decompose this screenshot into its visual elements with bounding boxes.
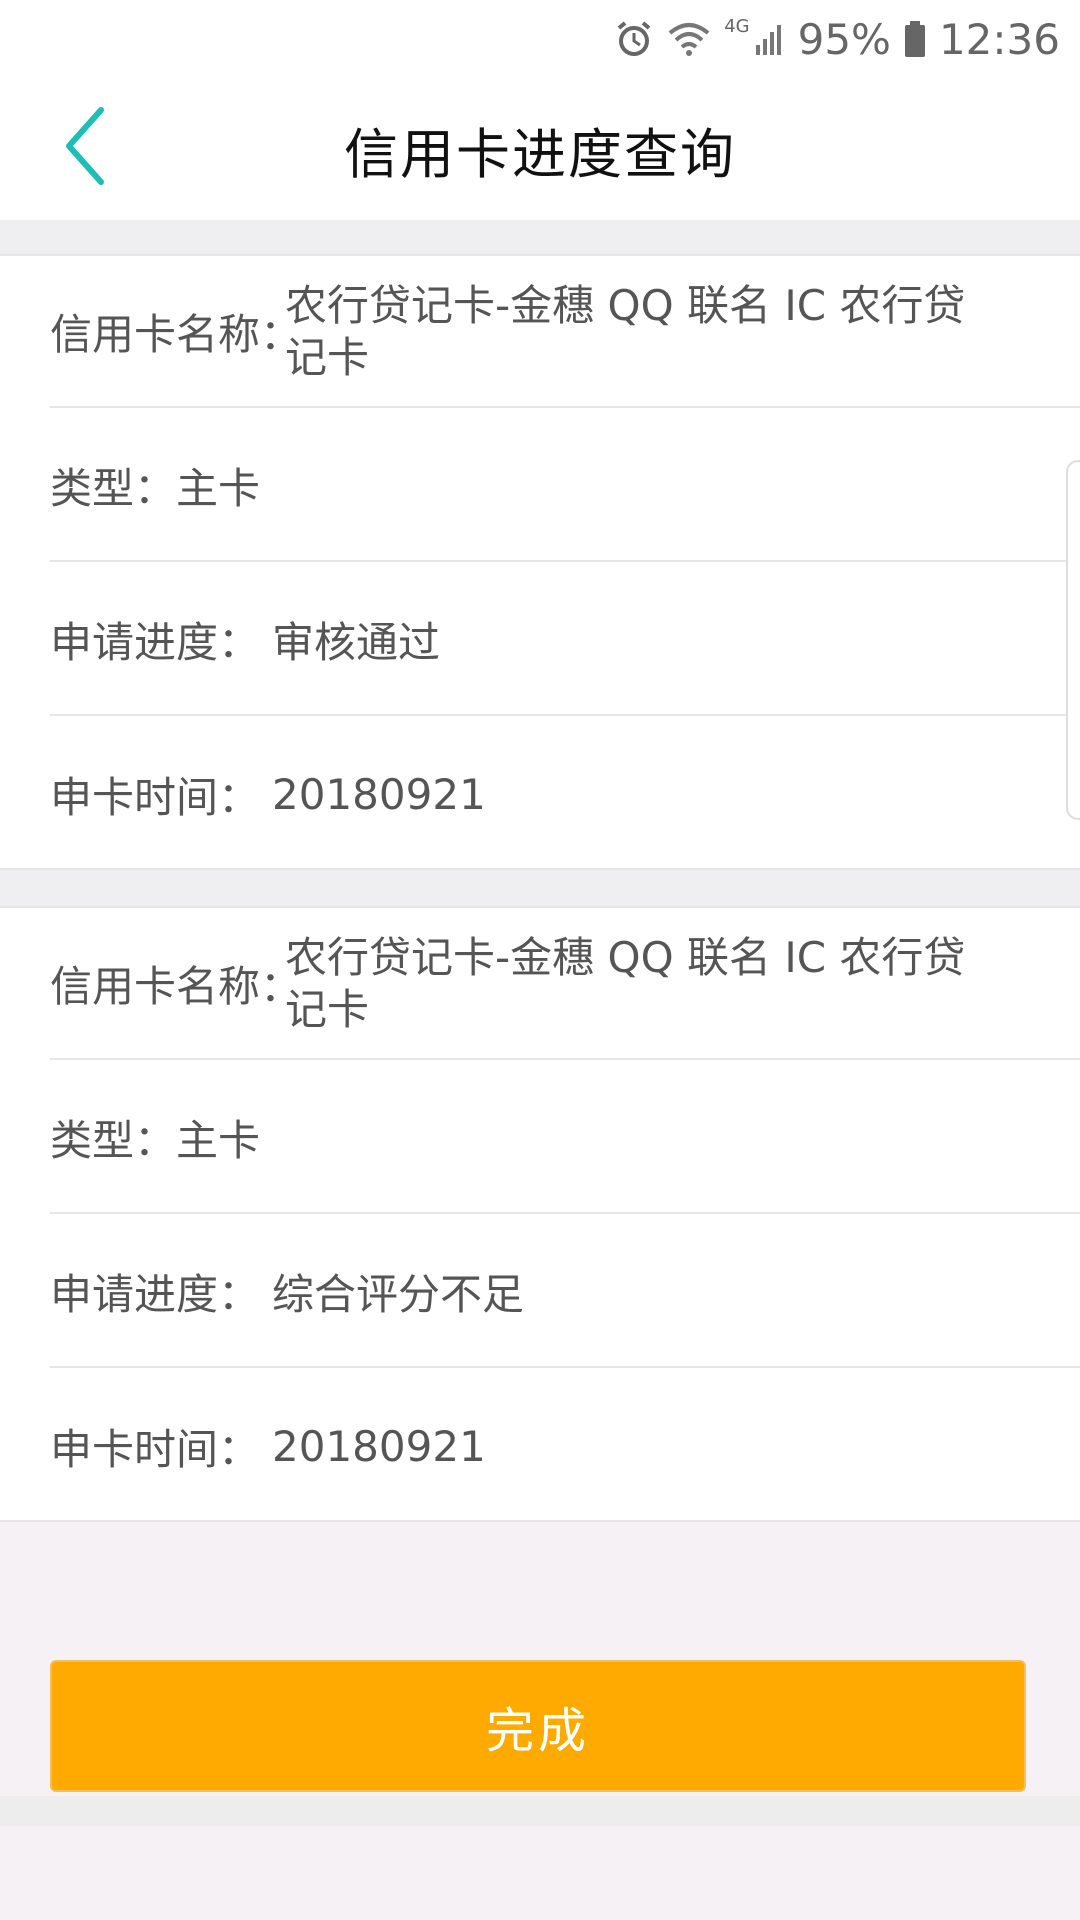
progress-label: 申请进度： <box>50 1269 261 1319</box>
application-card: 信用卡名称： 农行贷记卡-金穗 QQ 联名 IC 农行贷记卡 类型：主卡 申请进… <box>0 254 1080 870</box>
card-type-text: 类型：主卡 <box>50 1115 261 1165</box>
nav-bar: 信用卡进度查询 <box>0 78 1080 220</box>
apply-time-label: 申卡时间： <box>50 1424 261 1474</box>
bottom-strip <box>0 1796 1080 1826</box>
card-type-text: 类型：主卡 <box>50 463 261 513</box>
apply-time-value: 20180921 <box>272 1421 486 1471</box>
progress-row: 申请进度： 综合评分不足 <box>50 1216 1080 1368</box>
card-type-row: 类型：主卡 <box>50 410 1080 562</box>
wifi-icon <box>666 19 712 59</box>
card-name-label: 信用卡名称： <box>50 961 303 1011</box>
back-button[interactable] <box>50 98 120 198</box>
card-name-value: 农行贷记卡-金穗 QQ 联名 IC 农行贷记卡 <box>285 933 966 1034</box>
application-card: 信用卡名称： 农行贷记卡-金穗 QQ 联名 IC 农行贷记卡 类型：主卡 申请进… <box>0 906 1080 1522</box>
page-title: 信用卡进度查询 <box>344 122 736 186</box>
clock-time: 12:36 <box>938 14 1060 64</box>
done-button[interactable]: 完成 <box>50 1660 1026 1792</box>
progress-value: 综合评分不足 <box>272 1269 525 1319</box>
section-gap <box>0 870 1080 906</box>
progress-row: 申请进度： 审核通过 <box>50 564 1080 716</box>
apply-time-value: 20180921 <box>272 769 486 819</box>
progress-value: 审核通过 <box>272 617 441 667</box>
signal-icon <box>754 19 786 59</box>
battery-percent: 95% <box>797 14 891 64</box>
progress-label: 申请进度： <box>50 617 261 667</box>
chevron-left-icon <box>63 106 107 190</box>
section-gap <box>0 220 1080 254</box>
apply-time-row: 申卡时间： 20180921 <box>50 1370 1080 1522</box>
card-type-row: 类型：主卡 <box>50 1062 1080 1214</box>
alarm-icon <box>614 19 654 59</box>
apply-time-label: 申卡时间： <box>50 772 261 822</box>
status-bar: 4G 95% 12:36 <box>0 0 1080 78</box>
apply-time-row: 申卡时间： 20180921 <box>50 718 1080 870</box>
battery-icon <box>903 19 927 59</box>
card-name-value: 农行贷记卡-金穗 QQ 联名 IC 农行贷记卡 <box>285 281 966 382</box>
card-name-label: 信用卡名称： <box>50 309 303 359</box>
network-type: 4G <box>724 16 750 37</box>
edge-panel-handle[interactable] <box>1066 460 1080 820</box>
